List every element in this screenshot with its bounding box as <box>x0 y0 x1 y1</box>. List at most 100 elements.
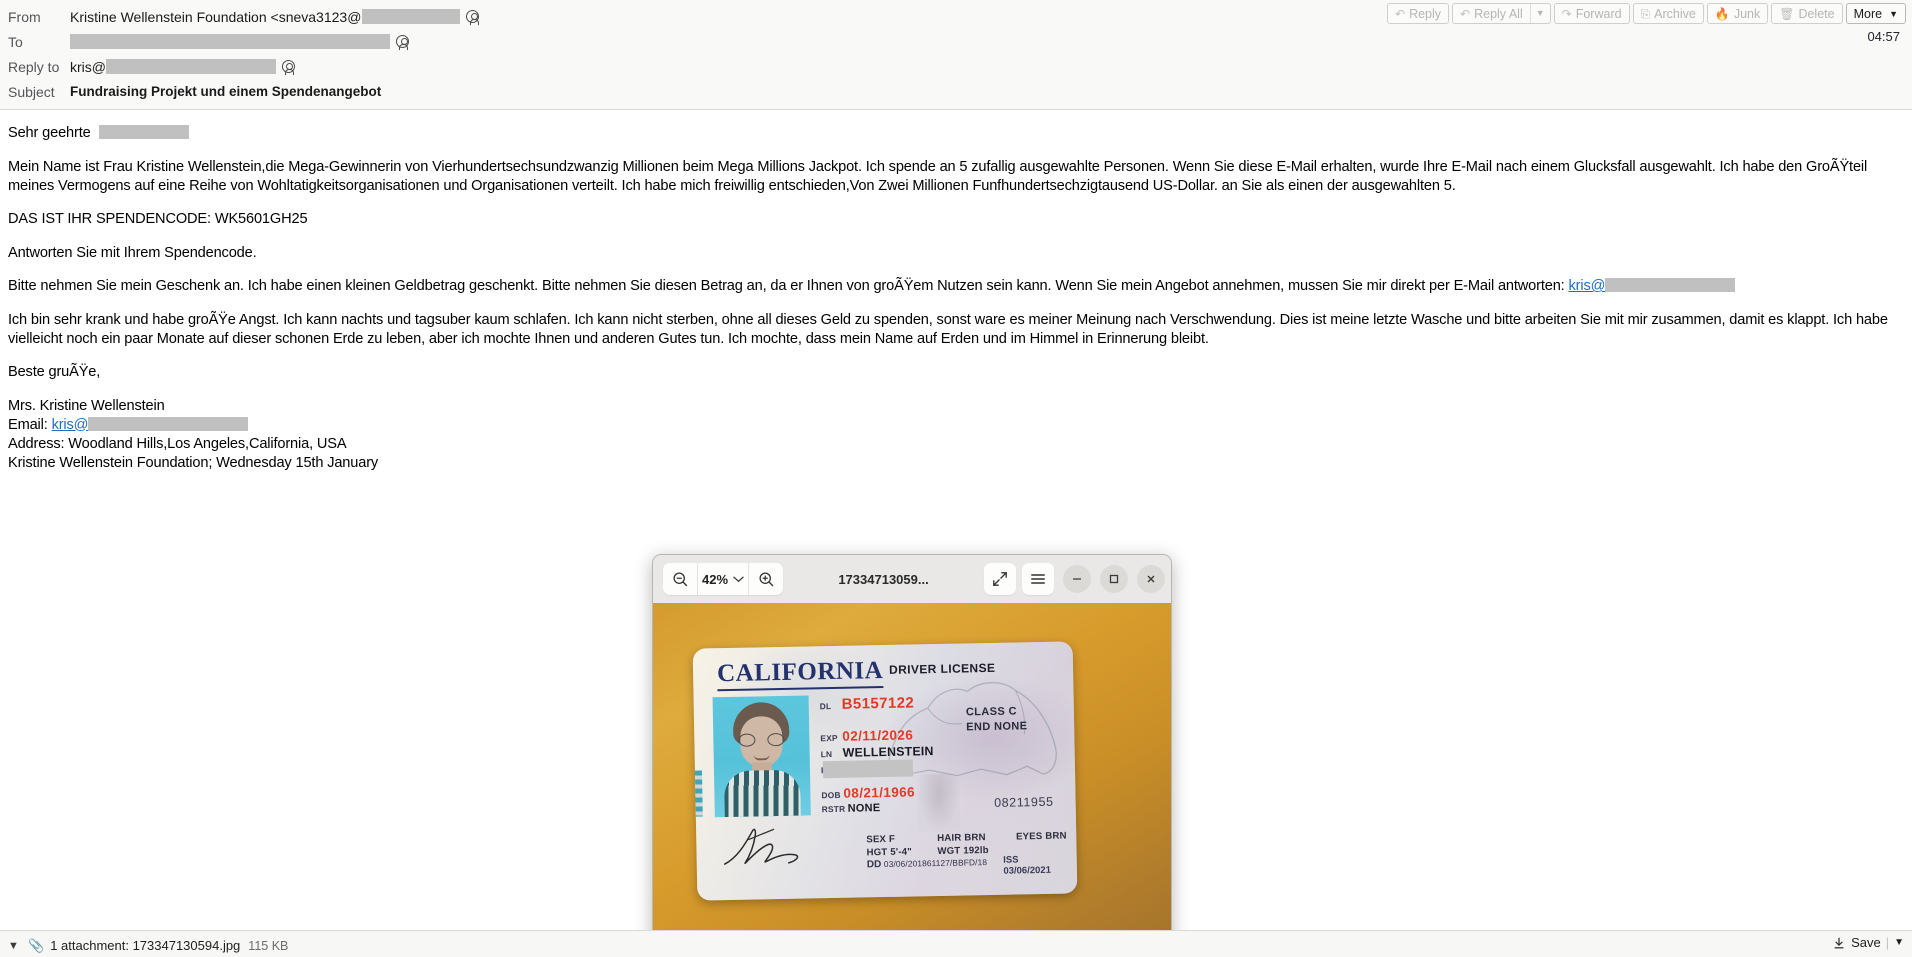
license-hgt-value: 5'-4" <box>890 846 913 858</box>
signature-email-label: Email: <box>8 416 52 433</box>
subject-value: Fundraising Projekt und einem Spendenang… <box>70 84 382 99</box>
license-end-line: END NONE <box>966 720 1028 734</box>
forward-button[interactable]: ↷ Forward <box>1553 3 1630 24</box>
license-dl-key: DL <box>819 701 832 712</box>
license-dob-value: 08/21/1966 <box>843 784 916 801</box>
close-icon <box>1147 575 1155 583</box>
license-sex-value: F <box>888 833 896 845</box>
license-exp-value: 02/11/2026 <box>842 727 914 744</box>
license-field-ln: LN WELLENSTEIN <box>821 744 934 760</box>
license-iss-line: ISS 03/06/2021 <box>1003 854 1051 876</box>
reply-email-link[interactable]: kris@ <box>1569 278 1606 294</box>
license-document-number: 08211955 <box>993 794 1054 810</box>
paragraph-1: Mein Name ist Frau Kristine Wellenstein,… <box>8 158 1868 194</box>
license-hair-value: BRN <box>964 832 986 844</box>
subject-label: Subject <box>8 83 55 100</box>
chevron-down-icon[interactable]: ▼ <box>1529 4 1550 23</box>
reply-button[interactable]: ↶ Reply <box>1387 3 1450 24</box>
reply-to-address-text: kris@ <box>70 58 106 75</box>
save-chevron-down-icon[interactable]: ▼ <box>1894 937 1904 948</box>
license-eyes-value: BRN <box>1045 830 1067 842</box>
forward-arrow-icon: ↷ <box>1561 6 1572 21</box>
more-button[interactable]: More ▼ <box>1845 3 1906 24</box>
archive-button-label: Archive <box>1654 6 1696 21</box>
to-redaction <box>70 34 390 49</box>
attachment-summary-text: 1 attachment: 173347130594.jpg <box>50 938 241 953</box>
save-attachment-group[interactable]: Save | ▼ <box>1832 935 1904 950</box>
chevron-down-icon <box>733 576 744 583</box>
trash-icon: 🗑 <box>1779 6 1795 21</box>
reply-to-label: Reply to <box>8 58 60 75</box>
minimize-icon <box>1073 578 1081 580</box>
junk-button[interactable]: 🔥 Junk <box>1706 3 1769 24</box>
paragraph-5: Ich bin sehr krank und habe groÃŸe Angst… <box>8 311 1888 347</box>
signature-name: Mrs. Kristine Wellenstein <box>8 397 165 414</box>
reply-all-button-label: Reply All <box>1474 6 1523 21</box>
reply-all-split-button[interactable]: ↶ Reply All ▼ <box>1452 3 1551 24</box>
reply-button-label: Reply <box>1409 6 1442 21</box>
contact-icon[interactable] <box>396 35 409 50</box>
contact-icon[interactable] <box>281 60 295 75</box>
license-ln-value: WELLENSTEIN <box>842 744 934 760</box>
reply-all-arrow-icon: ↶ <box>1460 6 1471 21</box>
delete-button-label: Delete <box>1798 6 1835 21</box>
zoom-out-icon <box>672 571 687 586</box>
minimize-button[interactable] <box>1063 565 1091 593</box>
zoom-level-selector[interactable]: 42% <box>697 563 750 595</box>
license-sex-key: SEX <box>866 833 887 846</box>
license-rstr-value: NONE <box>847 802 881 815</box>
delete-button[interactable]: 🗑 Delete <box>1771 3 1843 24</box>
donation-code-line: DAS IST IHR SPENDENCODE: WK5601GH25 <box>8 211 308 227</box>
license-class-block: CLASS C END NONE <box>966 704 1028 735</box>
from-label: From <box>8 8 41 25</box>
header-row-to: To <box>0 29 1912 54</box>
flame-icon: 🔥 <box>1714 6 1730 21</box>
archive-button[interactable]: ⎘ Archive <box>1632 3 1704 24</box>
zoom-out-button[interactable] <box>663 563 697 595</box>
paragraph-3: Antworten Sie mit Ihrem Spendencode. <box>8 244 257 261</box>
reply-all-button[interactable]: ↶ Reply All <box>1453 4 1530 23</box>
close-button[interactable] <box>1137 565 1165 593</box>
license-wgt-value: 192lb <box>963 845 989 857</box>
from-address-text: Kristine Wellenstein Foundation <sneva31… <box>70 8 362 25</box>
reply-email-redaction <box>1605 278 1736 292</box>
zoom-in-button[interactable] <box>749 563 783 595</box>
license-field-dob: DOB 08/21/1966 <box>821 784 915 801</box>
from-value: Kristine Wellenstein Foundation <sneva31… <box>70 8 480 25</box>
image-viewer-title: 17334713059... <box>838 571 929 587</box>
to-value <box>70 34 409 50</box>
download-icon <box>1834 937 1844 948</box>
archive-box-icon: ⎘ <box>1640 6 1651 21</box>
image-viewer-toolbar: 42% 17334713059... <box>653 555 1171 603</box>
signature-foundation: Kristine Wellenstein Foundation; Wednesd… <box>8 454 379 471</box>
license-dd-key: DD <box>866 859 882 871</box>
signature-address: Address: Woodland Hills,Los Angeles,Cali… <box>8 435 347 452</box>
portrait-glasses <box>738 732 785 747</box>
license-portrait-photo <box>712 695 811 818</box>
maximize-button[interactable] <box>1100 565 1128 593</box>
contact-icon[interactable] <box>466 10 480 25</box>
license-wgt: WGT 192lb <box>937 844 1013 858</box>
expand-arrows-icon <box>993 572 1007 586</box>
junk-button-label: Junk <box>1733 6 1761 21</box>
from-redaction <box>362 9 461 24</box>
attachment-toggle-chevron-down-icon[interactable]: ▼ <box>8 940 26 952</box>
viewer-menu-button[interactable] <box>1022 563 1054 595</box>
greeting-redaction <box>99 125 190 139</box>
message-toolbar: ↶ Reply ↶ Reply All ▼ ↷ Forward ⎘ Archiv… <box>1387 3 1906 24</box>
image-viewer-window[interactable]: 42% 17334713059... CALIFORNIA DRIVER LIC… <box>652 554 1172 930</box>
license-hgt-key: HGT <box>866 846 888 859</box>
license-dd-value: 03/06/201861127/BBFD/18 <box>883 857 988 870</box>
save-button-label: Save <box>1851 935 1881 950</box>
zoom-level-value: 42% <box>702 571 729 587</box>
license-hgt: HGT 5'-4" <box>866 845 934 859</box>
fullscreen-button[interactable] <box>984 563 1016 595</box>
image-viewer-canvas[interactable]: CALIFORNIA DRIVER LICENSE DL B5157122 EX… <box>653 603 1171 930</box>
driver-license-image: CALIFORNIA DRIVER LICENSE DL B5157122 EX… <box>692 641 1078 901</box>
reply-arrow-icon: ↶ <box>1395 6 1406 21</box>
license-document-type: DRIVER LICENSE <box>888 660 996 677</box>
signature-email-link[interactable]: kris@ <box>52 417 89 433</box>
header-row-subject: Subject Fundraising Projekt und einem Sp… <box>0 79 1912 104</box>
attachment-summary-size: 115 KB <box>248 938 289 953</box>
email-header: From Kristine Wellenstein Foundation <sn… <box>0 0 1912 110</box>
